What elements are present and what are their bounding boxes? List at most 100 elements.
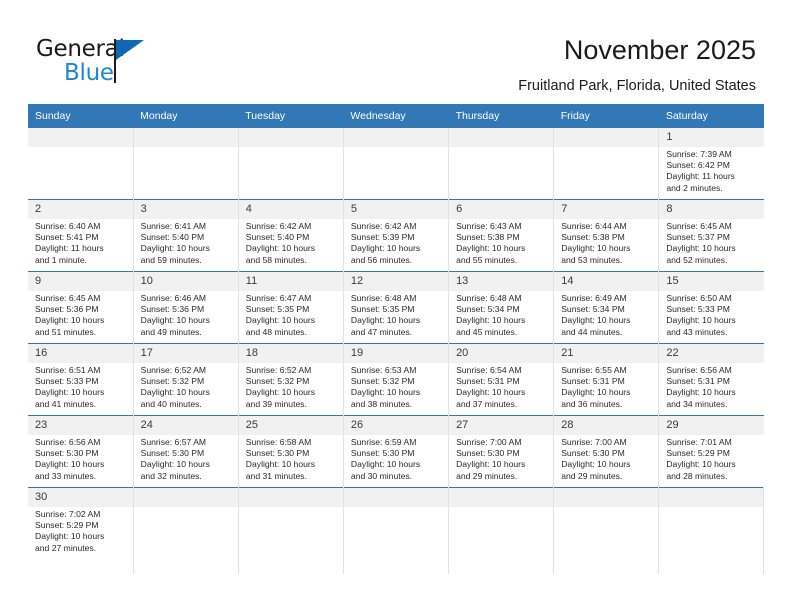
calendar-day-cell[interactable]: 14 Sunrise: 6:49 AM Sunset: 5:34 PM Dayligh… bbox=[553, 271, 660, 344]
calendar-day-cell[interactable]: 4 Sunrise: 6:42 AM Sunset: 5:40 PM Daylight… bbox=[238, 199, 344, 272]
weekday-header-saturday: Saturday bbox=[658, 104, 764, 128]
calendar-day-cell[interactable]: 24 Sunrise: 6:57 AM Sunset: 5:30 PM Dayligh… bbox=[133, 415, 239, 488]
sunrise-time: Sunrise: 6:46 AM bbox=[140, 293, 207, 303]
sunset-time: Sunset: 5:40 PM bbox=[245, 232, 310, 243]
daylight-duration-line1: Daylight: 11 hours bbox=[666, 171, 735, 182]
day-sun-info: Sunrise: 6:55 AM Sunset: 5:31 PM Daylight:… bbox=[554, 363, 659, 410]
calendar-day-cell-empty bbox=[448, 487, 555, 574]
calendar-day-cell[interactable]: 17 Sunrise: 6:52 AM Sunset: 5:32 PM Dayligh… bbox=[133, 343, 239, 416]
calendar-day-cell[interactable]: 7 Sunrise: 6:44 AM Sunset: 5:38 PM Daylight… bbox=[553, 199, 660, 272]
daylight-duration-line2: and 48 minutes. bbox=[245, 326, 307, 337]
weekday-header-thursday: Thursday bbox=[448, 104, 554, 128]
daylight-duration-line1: Daylight: 10 hours bbox=[140, 459, 210, 470]
daylight-duration-line2: and 29 minutes. bbox=[561, 470, 623, 481]
sunrise-time: Sunrise: 6:43 AM bbox=[456, 221, 522, 231]
daylight-duration-line2: and 43 minutes. bbox=[666, 326, 728, 337]
day-sun-info: Sunrise: 7:01 AM Sunset: 5:29 PM Daylight:… bbox=[659, 435, 764, 482]
day-number: 25 bbox=[238, 416, 343, 435]
logo-text-blue: Blue bbox=[64, 60, 114, 86]
calendar-day-cell[interactable]: 20 Sunrise: 6:54 AM Sunset: 5:31 PM Dayligh… bbox=[448, 343, 555, 416]
calendar-day-cell[interactable]: 21 Sunrise: 6:55 AM Sunset: 5:31 PM Dayligh… bbox=[553, 343, 660, 416]
daylight-duration-line1: Daylight: 10 hours bbox=[245, 387, 316, 398]
calendar-day-cell[interactable]: 15 Sunrise: 6:50 AM Sunset: 5:33 PM Dayligh… bbox=[659, 272, 764, 344]
calendar-header-row: Sunday Monday Tuesday Wednesday Thursday… bbox=[28, 104, 764, 128]
daylight-duration-line2: and 59 minutes. bbox=[140, 254, 202, 265]
day-number: 27 bbox=[449, 416, 554, 435]
calendar-day-cell-empty bbox=[658, 487, 765, 574]
daylight-duration-line1: Daylight: 10 hours bbox=[350, 315, 421, 326]
daylight-duration-line2: and 37 minutes. bbox=[456, 398, 518, 409]
day-number: 30 bbox=[28, 488, 133, 507]
calendar-day-cell[interactable]: 11 Sunrise: 6:47 AM Sunset: 5:35 PM Dayligh… bbox=[238, 271, 344, 344]
sunrise-time: Sunrise: 6:59 AM bbox=[350, 437, 417, 447]
weekday-header-friday: Friday bbox=[553, 104, 659, 128]
day-sun-info: Sunrise: 6:56 AM Sunset: 5:30 PM Daylight:… bbox=[28, 435, 133, 482]
calendar-day-cell[interactable]: 10 Sunrise: 6:46 AM Sunset: 5:36 PM Dayligh… bbox=[133, 271, 239, 344]
day-number bbox=[28, 128, 133, 147]
calendar-day-cell[interactable]: 23 Sunrise: 6:56 AM Sunset: 5:30 PM Dayligh… bbox=[28, 415, 134, 488]
day-number: 9 bbox=[28, 272, 133, 291]
sunrise-time: Sunrise: 6:53 AM bbox=[350, 365, 417, 375]
calendar-day-cell[interactable]: 30 Sunrise: 7:02 AM Sunset: 5:29 PM Dayligh… bbox=[28, 487, 134, 574]
weekday-header-tuesday: Tuesday bbox=[238, 104, 344, 128]
day-sun-info: Sunrise: 6:52 AM Sunset: 5:32 PM Daylight:… bbox=[133, 363, 238, 410]
daylight-duration-line2: and 34 minutes. bbox=[666, 398, 728, 409]
sunset-time: Sunset: 5:30 PM bbox=[456, 448, 520, 459]
logo-text-general: General bbox=[36, 36, 125, 62]
calendar-day-cell[interactable]: 6 Sunrise: 6:43 AM Sunset: 5:38 PM Daylight… bbox=[448, 199, 555, 272]
sunset-time: Sunset: 5:31 PM bbox=[561, 376, 625, 387]
daylight-duration-line1: Daylight: 10 hours bbox=[456, 459, 526, 470]
day-sun-info: Sunrise: 6:57 AM Sunset: 5:30 PM Daylight:… bbox=[133, 435, 238, 482]
page-subtitle-location: Fruitland Park, Florida, United States bbox=[518, 78, 756, 94]
sunrise-time: Sunrise: 6:52 AM bbox=[140, 365, 207, 375]
sunset-time: Sunset: 5:30 PM bbox=[35, 448, 99, 459]
daylight-duration-line1: Daylight: 10 hours bbox=[140, 243, 210, 254]
sunrise-time: Sunrise: 6:47 AM bbox=[245, 293, 312, 303]
day-sun-info: Sunrise: 6:46 AM Sunset: 5:36 PM Daylight:… bbox=[133, 291, 238, 338]
sunrise-time: Sunrise: 6:56 AM bbox=[666, 365, 732, 375]
calendar-day-cell[interactable]: 27 Sunrise: 7:00 AM Sunset: 5:30 PM Dayligh… bbox=[448, 415, 555, 488]
day-number: 5 bbox=[343, 200, 449, 219]
day-number: 22 bbox=[659, 344, 764, 363]
weekday-header-wednesday: Wednesday bbox=[343, 104, 449, 128]
calendar-day-cell[interactable]: 12 Sunrise: 6:48 AM Sunset: 5:35 PM Dayligh… bbox=[343, 271, 450, 344]
sunset-time: Sunset: 5:30 PM bbox=[245, 448, 310, 459]
day-number: 20 bbox=[449, 344, 554, 363]
calendar-week-row: 9 Sunrise: 6:45 AM Sunset: 5:36 PM Daylight… bbox=[28, 271, 764, 344]
day-number: 4 bbox=[238, 200, 343, 219]
daylight-duration-line2: and 32 minutes. bbox=[140, 470, 202, 481]
sunset-time: Sunset: 5:33 PM bbox=[666, 304, 730, 315]
calendar-day-cell[interactable]: 8 Sunrise: 6:45 AM Sunset: 5:37 PM Daylight… bbox=[659, 200, 764, 272]
sunrise-sunset-calendar-table: Sunday Monday Tuesday Wednesday Thursday… bbox=[28, 104, 765, 574]
sunset-time: Sunset: 5:29 PM bbox=[666, 448, 730, 459]
day-number: 7 bbox=[554, 200, 659, 219]
day-sun-info: Sunrise: 6:41 AM Sunset: 5:40 PM Daylight:… bbox=[133, 219, 238, 266]
day-number: 14 bbox=[554, 272, 659, 291]
day-sun-info: Sunrise: 6:47 AM Sunset: 5:35 PM Daylight:… bbox=[238, 291, 343, 338]
daylight-duration-line1: Daylight: 10 hours bbox=[561, 315, 631, 326]
day-number bbox=[554, 128, 659, 147]
calendar-day-cell[interactable]: 5 Sunrise: 6:42 AM Sunset: 5:39 PM Daylight… bbox=[343, 199, 450, 272]
calendar-day-cell[interactable]: 18 Sunrise: 6:52 AM Sunset: 5:32 PM Dayligh… bbox=[238, 343, 344, 416]
day-number: 11 bbox=[238, 272, 343, 291]
calendar-day-cell[interactable]: 22 Sunrise: 6:56 AM Sunset: 5:31 PM Dayligh… bbox=[659, 344, 764, 416]
sunset-time: Sunset: 5:34 PM bbox=[561, 304, 625, 315]
calendar-day-cell[interactable]: 29 Sunrise: 7:01 AM Sunset: 5:29 PM Dayligh… bbox=[659, 416, 764, 488]
sunset-time: Sunset: 5:34 PM bbox=[456, 304, 520, 315]
day-sun-info: Sunrise: 6:59 AM Sunset: 5:30 PM Daylight:… bbox=[343, 435, 449, 482]
calendar-day-cell[interactable]: 25 Sunrise: 6:58 AM Sunset: 5:30 PM Dayligh… bbox=[238, 415, 344, 488]
sunrise-time: Sunrise: 7:01 AM bbox=[666, 437, 732, 447]
daylight-duration-line1: Daylight: 10 hours bbox=[350, 243, 421, 254]
calendar-day-cell[interactable]: 3 Sunrise: 6:41 AM Sunset: 5:40 PM Daylight… bbox=[133, 199, 239, 272]
day-sun-info: Sunrise: 7:02 AM Sunset: 5:29 PM Daylight:… bbox=[28, 507, 133, 554]
calendar-day-cell[interactable]: 9 Sunrise: 6:45 AM Sunset: 5:36 PM Daylight… bbox=[28, 271, 134, 344]
calendar-day-cell[interactable]: 13 Sunrise: 6:48 AM Sunset: 5:34 PM Dayligh… bbox=[448, 271, 555, 344]
calendar-day-cell[interactable]: 26 Sunrise: 6:59 AM Sunset: 5:30 PM Dayligh… bbox=[343, 415, 450, 488]
calendar-day-cell[interactable]: 16 Sunrise: 6:51 AM Sunset: 5:33 PM Dayligh… bbox=[28, 343, 134, 416]
calendar-day-cell[interactable]: 28 Sunrise: 7:00 AM Sunset: 5:30 PM Dayligh… bbox=[553, 415, 660, 488]
calendar-day-cell[interactable]: 1 Sunrise: 7:39 AM Sunset: 6:42 PM Daylight… bbox=[659, 128, 764, 200]
calendar-day-cell[interactable]: 2 Sunrise: 6:40 AM Sunset: 5:41 PM Daylight… bbox=[28, 199, 134, 272]
calendar-day-cell-empty bbox=[238, 128, 344, 200]
calendar-day-cell[interactable]: 19 Sunrise: 6:53 AM Sunset: 5:32 PM Dayligh… bbox=[343, 343, 450, 416]
daylight-duration-line2: and 36 minutes. bbox=[561, 398, 623, 409]
